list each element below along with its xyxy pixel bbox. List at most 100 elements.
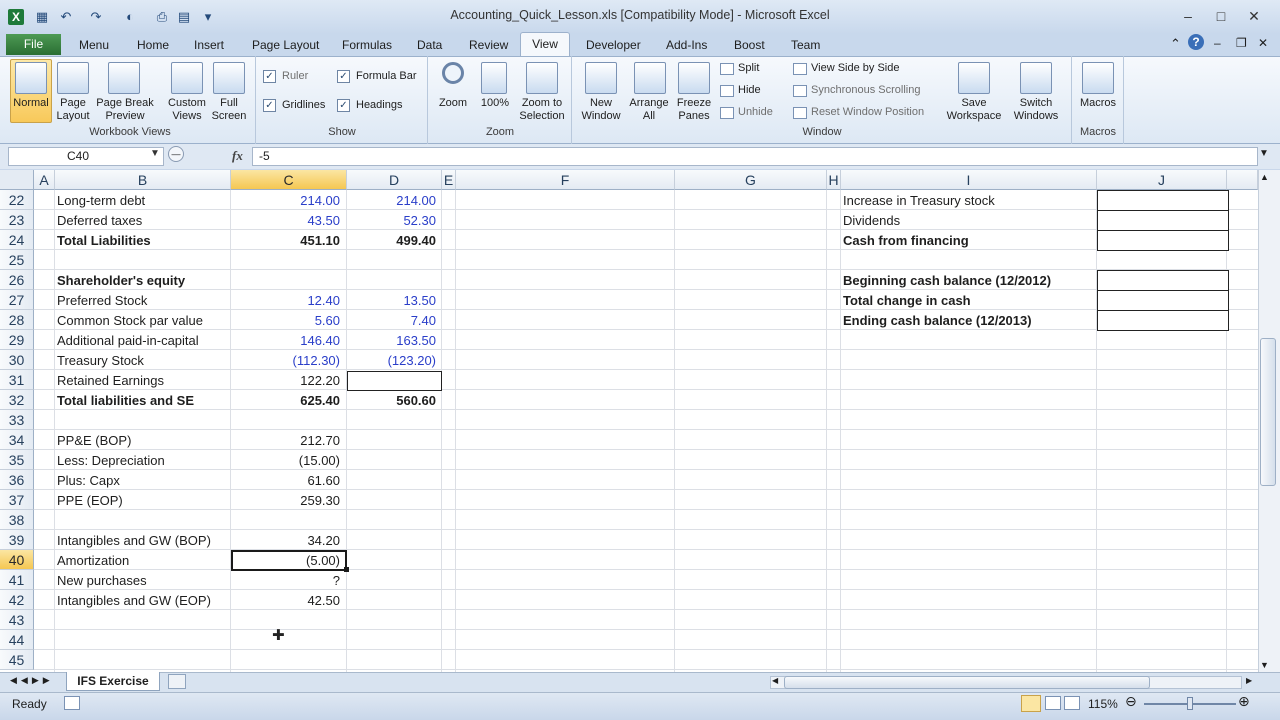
column-header-c[interactable]: C xyxy=(231,170,347,190)
tab-view[interactable]: View xyxy=(520,32,570,57)
cell-b30[interactable]: Treasury Stock xyxy=(57,351,144,371)
reset-window-position-button[interactable]: Reset Window Position xyxy=(811,106,924,118)
expand-formula-bar-icon[interactable]: ▼ xyxy=(1259,148,1269,159)
fill-handle[interactable] xyxy=(344,567,349,572)
cell-b35[interactable]: Less: Depreciation xyxy=(57,451,165,471)
cell-b29[interactable]: Additional paid-in-capital xyxy=(57,331,199,351)
cell-b42[interactable]: Intangibles and GW (EOP) xyxy=(57,591,211,611)
tab-data[interactable]: Data xyxy=(417,38,442,52)
name-box[interactable]: C40 xyxy=(8,147,164,166)
cell-c28[interactable]: 5.60 xyxy=(231,311,343,331)
cell-c29[interactable]: 146.40 xyxy=(231,331,343,351)
zoom-out-icon[interactable]: ⊖ xyxy=(1125,693,1137,710)
scroll-down-icon[interactable]: ▼ xyxy=(1260,660,1269,670)
cell-b41[interactable]: New purchases xyxy=(57,571,147,591)
cell-b40[interactable]: Amortization xyxy=(57,551,129,571)
unhide-button[interactable]: Unhide xyxy=(738,106,773,118)
cell-j27[interactable] xyxy=(1097,290,1229,311)
cell-c31[interactable]: 122.20 xyxy=(231,371,343,391)
cell-c30[interactable]: (112.30) xyxy=(231,351,343,371)
arrange-all-button[interactable]: Arrange All xyxy=(626,97,672,123)
row-header-25[interactable]: 25 xyxy=(0,250,34,270)
ruler-checkbox[interactable]: ✓ xyxy=(263,70,276,83)
new-window-button[interactable]: New Window xyxy=(578,97,624,123)
row-header-37[interactable]: 37 xyxy=(0,490,34,510)
row-header-31[interactable]: 31 xyxy=(0,370,34,390)
cell-j28[interactable] xyxy=(1097,310,1229,331)
formula-input[interactable]: -5 xyxy=(252,147,1258,166)
zoom-slider-thumb[interactable] xyxy=(1187,697,1193,710)
sheet-tab-ifs-exercise[interactable]: IFS Exercise xyxy=(66,672,160,691)
cell-b23[interactable]: Deferred taxes xyxy=(57,211,142,231)
row-header-30[interactable]: 30 xyxy=(0,350,34,370)
cell-d31[interactable] xyxy=(347,371,442,391)
column-header-g[interactable]: G xyxy=(675,170,827,190)
row-header-26[interactable]: 26 xyxy=(0,270,34,290)
minimize-ribbon-icon[interactable]: ⌃ xyxy=(1170,36,1181,52)
row-header-32[interactable]: 32 xyxy=(0,390,34,410)
row-header-40[interactable]: 40 xyxy=(0,550,34,570)
hide-button[interactable]: Hide xyxy=(738,84,761,96)
cell-i27[interactable]: Total change in cash xyxy=(843,291,971,311)
row-header-23[interactable]: 23 xyxy=(0,210,34,230)
cell-d30[interactable]: (123.20) xyxy=(347,351,439,371)
insert-function-icon[interactable]: fx xyxy=(232,148,243,164)
cell-c41[interactable]: ? xyxy=(231,571,343,591)
synchronous-scrolling-button[interactable]: Synchronous Scrolling xyxy=(811,84,920,96)
scroll-up-icon[interactable]: ▲ xyxy=(1260,172,1269,182)
row-header-22[interactable]: 22 xyxy=(0,190,34,210)
zoom-button[interactable]: Zoom xyxy=(434,97,472,110)
cell-i22[interactable]: Increase in Treasury stock xyxy=(843,191,995,211)
tab-team[interactable]: Team xyxy=(791,38,820,52)
view-side-by-side-button[interactable]: View Side by Side xyxy=(811,62,899,74)
vertical-scroll-thumb[interactable] xyxy=(1260,338,1276,486)
row-header-27[interactable]: 27 xyxy=(0,290,34,310)
freeze-panes-button[interactable]: Freeze Panes xyxy=(670,97,718,123)
normal-label[interactable]: Normal xyxy=(8,97,54,110)
cell-d23[interactable]: 52.30 xyxy=(347,211,439,231)
formula-bar-checkbox[interactable]: ✓ xyxy=(337,70,350,83)
zoom-in-icon[interactable]: ⊕ xyxy=(1238,693,1250,710)
cell-d32[interactable]: 560.60 xyxy=(347,391,439,411)
cell-d24[interactable]: 499.40 xyxy=(347,231,439,251)
row-header-38[interactable]: 38 xyxy=(0,510,34,530)
cell-c24[interactable]: 451.10 xyxy=(231,231,343,251)
minimize-icon[interactable]: – xyxy=(1175,6,1201,26)
cell-j26[interactable] xyxy=(1097,270,1229,291)
cell-c35[interactable]: (15.00) xyxy=(231,451,343,471)
cell-c34[interactable]: 212.70 xyxy=(231,431,343,451)
cell-b34[interactable]: PP&E (BOP) xyxy=(57,431,131,451)
split-button[interactable]: Split xyxy=(738,62,759,74)
column-header-b[interactable]: B xyxy=(55,170,231,190)
cell-c27[interactable]: 12.40 xyxy=(231,291,343,311)
cell-b36[interactable]: Plus: Capx xyxy=(57,471,120,491)
help-icon[interactable]: ? xyxy=(1188,34,1204,50)
scroll-left-icon[interactable]: ◀ xyxy=(772,676,778,685)
cell-d29[interactable]: 163.50 xyxy=(347,331,439,351)
row-header-42[interactable]: 42 xyxy=(0,590,34,610)
page-break-preview-button[interactable]: Page Break Preview xyxy=(94,97,156,123)
row-header-34[interactable]: 34 xyxy=(0,430,34,450)
column-header-i[interactable]: I xyxy=(841,170,1097,190)
cell-d22[interactable]: 214.00 xyxy=(347,191,439,211)
cell-b24[interactable]: Total Liabilities xyxy=(57,231,151,251)
custom-views-button[interactable]: Custom Views xyxy=(164,97,210,123)
column-header-k[interactable] xyxy=(1227,170,1258,190)
tab-add-ins[interactable]: Add-Ins xyxy=(666,38,707,52)
row-header-35[interactable]: 35 xyxy=(0,450,34,470)
row-header-29[interactable]: 29 xyxy=(0,330,34,350)
cell-c42[interactable]: 42.50 xyxy=(231,591,343,611)
cell-d28[interactable]: 7.40 xyxy=(347,311,439,331)
column-header-d[interactable]: D xyxy=(347,170,442,190)
sheet-navigation-icons[interactable]: ◀◀▶▶ xyxy=(10,675,54,686)
tab-file[interactable]: File xyxy=(6,34,61,55)
save-workspace-button[interactable]: Save Workspace xyxy=(944,97,1004,123)
cell-b31[interactable]: Retained Earnings xyxy=(57,371,164,391)
zoom-100-button[interactable]: 100% xyxy=(476,97,514,110)
column-header-f[interactable]: F xyxy=(456,170,675,190)
cell-d27[interactable]: 13.50 xyxy=(347,291,439,311)
full-screen-button[interactable]: Full Screen xyxy=(208,97,250,123)
page-break-status-icon[interactable] xyxy=(1064,696,1080,710)
normal-view-status-icon[interactable] xyxy=(1021,695,1041,712)
tab-boost[interactable]: Boost xyxy=(734,38,765,52)
